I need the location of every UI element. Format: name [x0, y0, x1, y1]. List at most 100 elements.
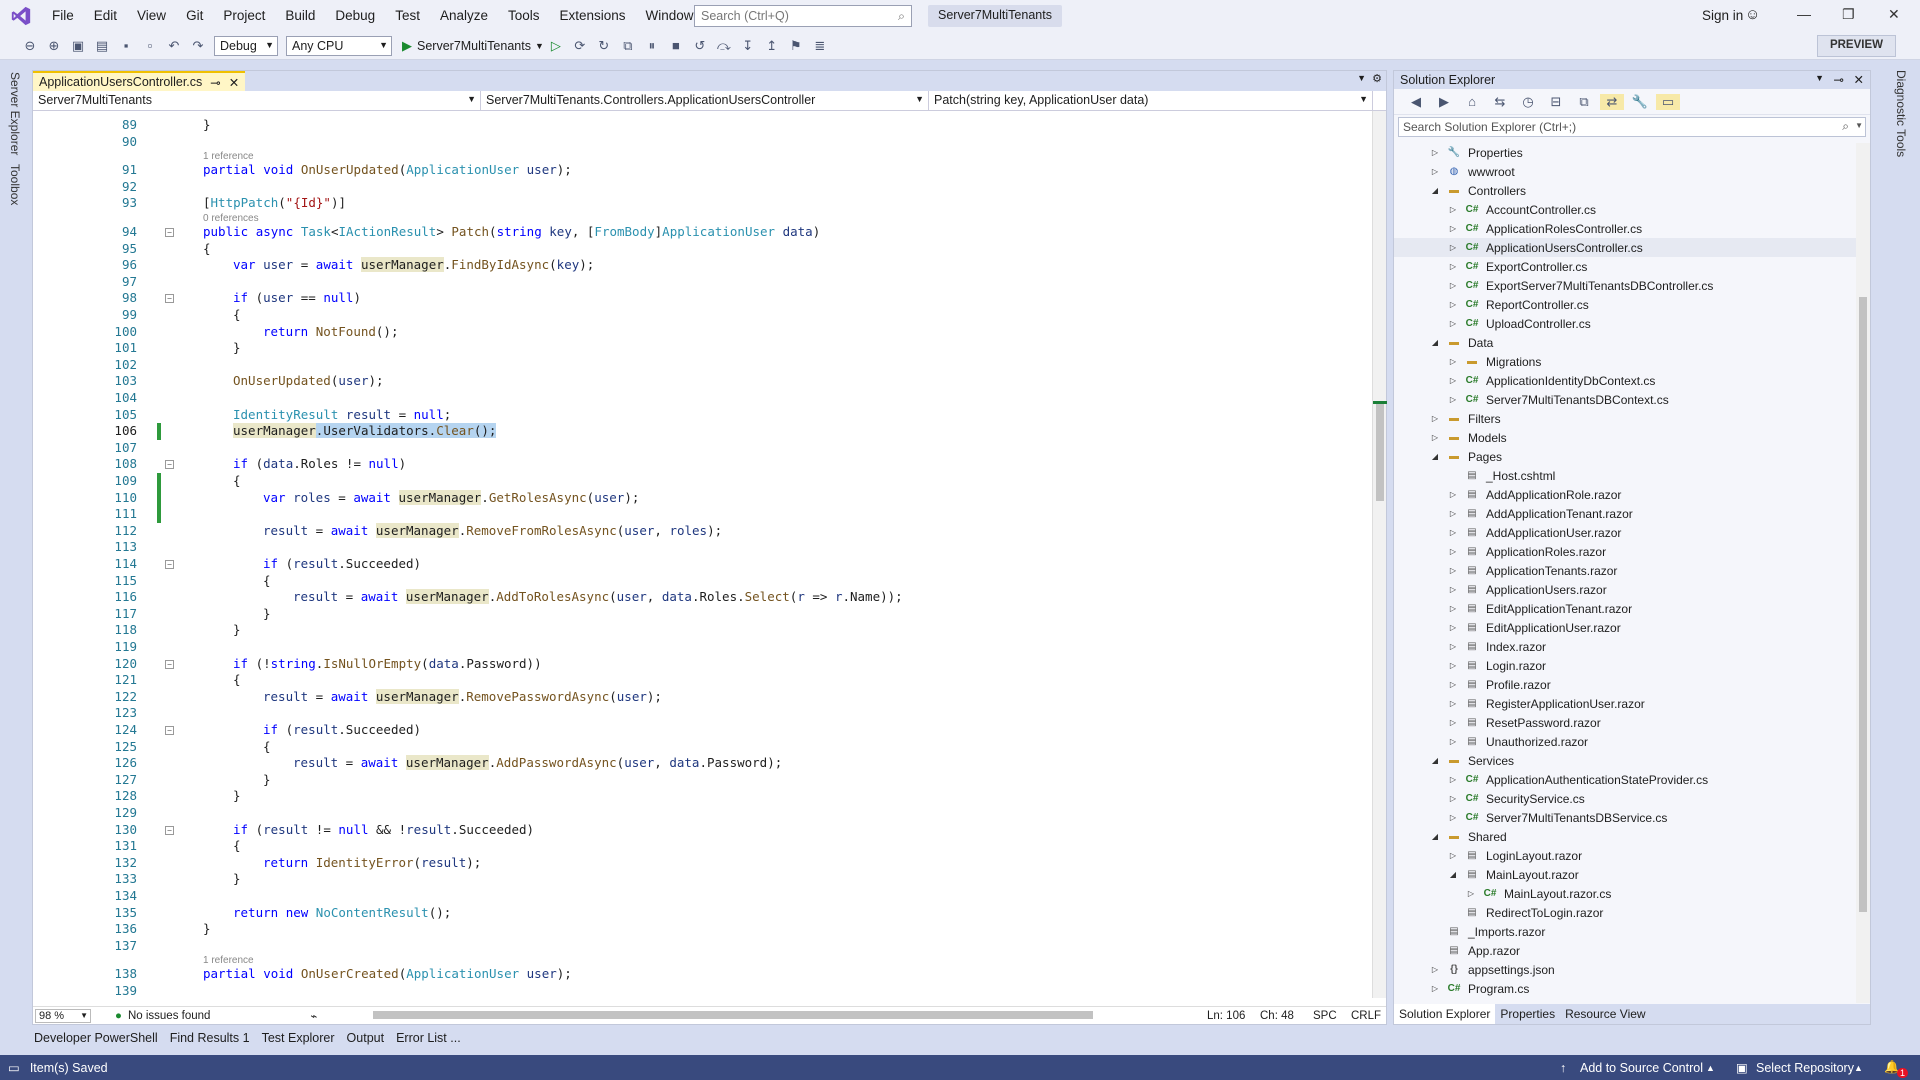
code-line[interactable]: 127}	[33, 772, 1373, 789]
code-line[interactable]: 122 result = await userManager.RemovePass…	[33, 688, 1373, 706]
save-icon[interactable]: ▪	[114, 38, 138, 53]
brush-icon[interactable]: ⌁	[310, 1009, 317, 1023]
code-line[interactable]: 109 {	[33, 473, 1373, 490]
collapsed-caret-icon[interactable]: ▷	[1448, 699, 1458, 708]
code-line[interactable]: 116 result = await userManager.AddToRoles…	[33, 589, 1373, 606]
code-line[interactable]: 117}	[33, 606, 1373, 623]
code-line[interactable]: 132 return IdentityError(result);	[33, 855, 1373, 872]
sign-in-link[interactable]: Sign in	[1702, 8, 1743, 23]
expanded-caret-icon[interactable]: ◢	[1430, 756, 1440, 765]
code-line[interactable]: 95 {	[33, 241, 1373, 258]
code-line[interactable]: 114 if (result.Succeeded) −	[33, 556, 1373, 573]
code-line[interactable]: 118}	[33, 622, 1373, 639]
collapsed-caret-icon[interactable]: ▷	[1448, 737, 1458, 746]
pause-icon[interactable]: ⏸	[640, 38, 664, 54]
tree-item[interactable]: ◢ ▬ Pages	[1394, 447, 1856, 466]
tree-item[interactable]: ▤ _Imports.razor	[1394, 922, 1856, 941]
menu-project[interactable]: Project	[213, 0, 275, 32]
code-line[interactable]: 111	[33, 506, 1373, 524]
expanded-caret-icon[interactable]: ◢	[1430, 186, 1440, 195]
collapsed-caret-icon[interactable]: ▷	[1448, 775, 1458, 784]
collapsed-caret-icon[interactable]: ▷	[1430, 148, 1440, 157]
stop-icon[interactable]: ■	[664, 38, 688, 53]
tree-item[interactable]: ▷ ▤ Index.razor	[1394, 637, 1856, 656]
collapse-region-icon[interactable]: −	[165, 726, 174, 735]
pin-icon[interactable]: ⊸	[210, 75, 220, 90]
back-icon[interactable]: ⊖	[18, 38, 42, 54]
forward-icon[interactable]: ⊕	[42, 38, 66, 54]
code-line[interactable]: 131 {	[33, 838, 1373, 855]
open-icon[interactable]: ▤	[90, 38, 114, 54]
tree-item[interactable]: ▷ ▬ Models	[1394, 428, 1856, 447]
line-number-indicator[interactable]: Ln: 106	[1207, 1010, 1245, 1022]
menu-analyze[interactable]: Analyze	[430, 0, 498, 32]
scrollbar-thumb[interactable]	[1859, 297, 1867, 912]
sync-active-document-icon[interactable]: ⇄	[1600, 93, 1624, 110]
whitespace-indicator[interactable]: SPC	[1313, 1010, 1337, 1022]
refresh-icon[interactable]: ↻	[592, 38, 616, 54]
collapsed-caret-icon[interactable]: ▷	[1430, 965, 1440, 974]
tree-item[interactable]: ▷ C# AccountController.cs	[1394, 200, 1856, 219]
code-line[interactable]: 97	[33, 274, 1373, 291]
menu-test[interactable]: Test	[385, 0, 430, 32]
collapsed-caret-icon[interactable]: ▷	[1448, 680, 1458, 689]
collapsed-caret-icon[interactable]: ▷	[1448, 281, 1458, 290]
code-text-area[interactable]: 89} 90 1 reference 91 partial void OnUserUpd…	[33, 111, 1373, 998]
tree-item[interactable]: ▷ C# UploadController.cs	[1394, 314, 1856, 333]
code-line[interactable]: 130 if (result != null && !result.Succeed…	[33, 822, 1373, 839]
expanded-caret-icon[interactable]: ◢	[1430, 452, 1440, 461]
show-all-files-icon[interactable]: ⧉	[1572, 94, 1596, 110]
document-tab[interactable]: ApplicationUsersController.cs ⊸ ✕	[33, 71, 246, 91]
code-line[interactable]: 101}	[33, 340, 1373, 357]
solution-scrollbar[interactable]	[1856, 143, 1870, 1003]
code-line[interactable]: 105 IdentityResult result = null;	[33, 407, 1373, 424]
tree-item[interactable]: ◢ ▬ Controllers	[1394, 181, 1856, 200]
chevron-down-icon[interactable]: ▼	[1855, 121, 1863, 130]
collapsed-caret-icon[interactable]: ▷	[1430, 167, 1440, 176]
switch-views-icon[interactable]: ⇆	[1488, 94, 1512, 110]
collapsed-caret-icon[interactable]: ▷	[1430, 984, 1440, 993]
code-line[interactable]: 121 {	[33, 672, 1373, 689]
tree-item[interactable]: ▷ ▤ ApplicationUsers.razor	[1394, 580, 1856, 599]
collapsed-caret-icon[interactable]: ▷	[1448, 243, 1458, 252]
tree-item[interactable]: ▷ ▤ ApplicationTenants.razor	[1394, 561, 1856, 580]
collapsed-caret-icon[interactable]: ▷	[1448, 262, 1458, 271]
code-line[interactable]: 107	[33, 440, 1373, 457]
type-dropdown[interactable]: Server7MultiTenants.Controllers.Applicat…	[481, 91, 929, 110]
collapsed-caret-icon[interactable]: ▷	[1448, 205, 1458, 214]
code-line[interactable]: 99 {	[33, 307, 1373, 324]
collapsed-caret-icon[interactable]: ▷	[1448, 547, 1458, 556]
collapse-region-icon[interactable]: −	[165, 560, 174, 569]
vertical-scrollbar[interactable]	[1372, 111, 1387, 998]
diagnostic-tools-tab[interactable]: Diagnostic Tools	[1894, 70, 1908, 157]
code-line[interactable]: 129	[33, 805, 1373, 822]
home-icon[interactable]: ⌂	[1460, 94, 1484, 109]
code-line[interactable]: 137	[33, 938, 1373, 955]
tree-item[interactable]: ▷ ◍ wwwroot	[1394, 162, 1856, 181]
menu-extensions[interactable]: Extensions	[550, 0, 636, 32]
restore-icon[interactable]: ❐	[1842, 6, 1855, 23]
tree-item[interactable]: ▷ C# ApplicationRolesController.cs	[1394, 219, 1856, 238]
collapsed-caret-icon[interactable]: ▷	[1448, 623, 1458, 632]
tree-item[interactable]: ▷ ▤ ApplicationRoles.razor	[1394, 542, 1856, 561]
collapsed-caret-icon[interactable]: ▷	[1448, 585, 1458, 594]
expanded-caret-icon[interactable]: ◢	[1430, 338, 1440, 347]
code-line[interactable]: 123	[33, 705, 1373, 722]
tree-item[interactable]: ▷ C# Server7MultiTenantsDBService.cs	[1394, 808, 1856, 827]
tree-item[interactable]: ▷ ▬ Migrations	[1394, 352, 1856, 371]
menu-tools[interactable]: Tools	[498, 0, 550, 32]
step-out-icon[interactable]: ↥	[760, 38, 784, 54]
collapsed-caret-icon[interactable]: ▷	[1448, 319, 1458, 328]
restart-icon[interactable]: ↺	[688, 38, 712, 54]
code-line[interactable]: 98 if (user == null) −	[33, 290, 1373, 307]
add-to-source-control-button[interactable]: Add to Source Control	[1580, 1061, 1703, 1075]
code-line[interactable]: 110 var roles = await userManager.GetRole…	[33, 489, 1373, 507]
tree-item[interactable]: ◢ ▬ Data	[1394, 333, 1856, 352]
code-line[interactable]: 119	[33, 639, 1373, 656]
line-ending-indicator[interactable]: CRLF	[1351, 1010, 1381, 1022]
tree-item[interactable]: ◢ ▬ Services	[1394, 751, 1856, 770]
account-icon[interactable]: ☺	[1745, 6, 1760, 23]
tree-item[interactable]: ▤ _Host.cshtml	[1394, 466, 1856, 485]
collapsed-caret-icon[interactable]: ▷	[1430, 433, 1440, 442]
code-line[interactable]: 108 if (data.Roles != null) −	[33, 456, 1373, 473]
